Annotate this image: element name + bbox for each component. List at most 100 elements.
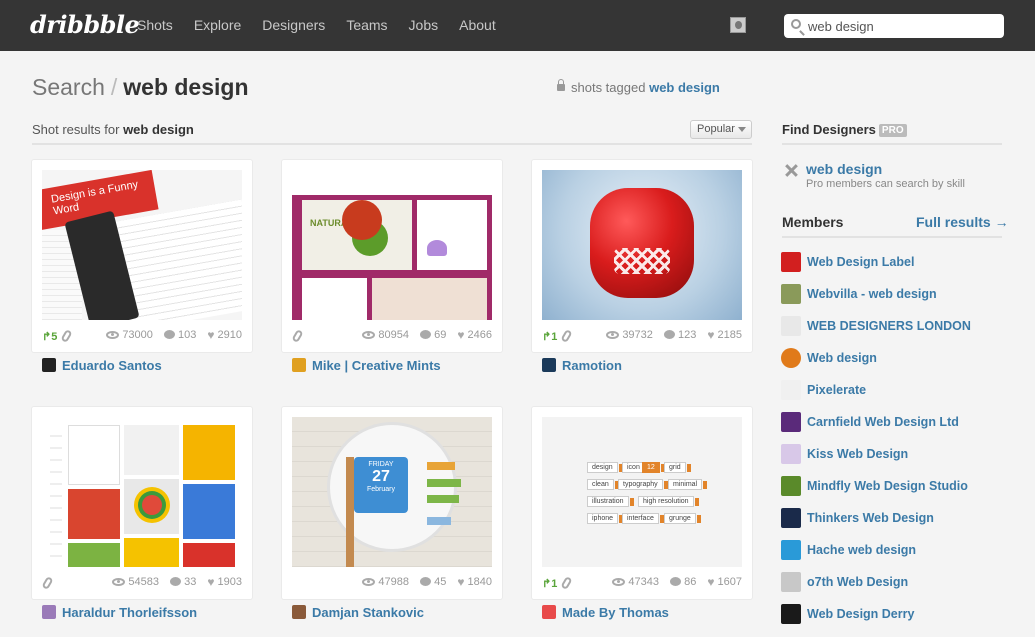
member-item[interactable]: Web Design Derry [781, 604, 1003, 636]
likes-icon[interactable]: ♥ [207, 328, 214, 342]
tile [124, 425, 179, 475]
member-avatar [781, 444, 801, 464]
member-item[interactable]: Web design [781, 348, 1003, 380]
likes-icon[interactable]: ♥ [207, 575, 214, 589]
comments-count[interactable]: 33 [184, 576, 196, 588]
member-item[interactable]: WEB DESIGNERS LONDON [781, 316, 1003, 348]
shot-author[interactable]: Haraldur Thorleifsson [42, 605, 197, 620]
shot-author[interactable]: Made By Thomas [542, 605, 669, 620]
tile [183, 484, 235, 539]
member-name[interactable]: WEB DESIGNERS LONDON [807, 319, 971, 333]
chrome-logo [142, 495, 162, 515]
comments-icon [420, 330, 432, 339]
member-avatar [781, 316, 801, 336]
tile [183, 543, 235, 567]
author-name[interactable]: Haraldur Thorleifsson [62, 605, 197, 620]
full-results-link[interactable]: Full results → [916, 214, 1009, 230]
sort-select[interactable]: Popular [690, 120, 752, 139]
author-name[interactable]: Damjan Stankovic [312, 605, 424, 620]
skill-search-link[interactable]: web design [806, 161, 882, 177]
shot-author[interactable]: Mike | Creative Mints [292, 358, 441, 373]
comments-count[interactable]: 69 [434, 329, 446, 341]
shot-author[interactable]: Eduardo Santos [42, 358, 162, 373]
likes-count[interactable]: 1840 [468, 576, 492, 588]
member-name[interactable]: Mindfly Web Design Studio [807, 479, 968, 493]
shot-author[interactable]: Damjan Stankovic [292, 605, 424, 620]
title-separator: / [110, 74, 118, 100]
tomato-image [342, 200, 382, 240]
comments-count[interactable]: 86 [684, 576, 696, 588]
comments-count[interactable]: 103 [178, 329, 196, 341]
member-name[interactable]: Pixelerate [807, 383, 866, 397]
member-item[interactable]: Web Design Label [781, 252, 1003, 284]
views-icon [612, 578, 626, 586]
likes-count[interactable]: 1607 [718, 576, 742, 588]
shot-thumbnail[interactable]: NATURAL FOOD [292, 170, 492, 320]
member-name[interactable]: Web design [807, 351, 877, 365]
rebound-count[interactable]: ↱1 [542, 331, 557, 343]
shot-card: design icon 12 grid clean typography min… [532, 407, 752, 620]
thumb-tag: design [587, 462, 623, 473]
comments-count[interactable]: 123 [678, 329, 696, 341]
member-name[interactable]: Kiss Web Design [807, 447, 908, 461]
shot-author[interactable]: Ramotion [542, 358, 622, 373]
nav-about[interactable]: About [459, 0, 496, 51]
member-item[interactable]: Hache web design [781, 540, 1003, 572]
shot-thumbnail[interactable]: Design is a Funny Word [42, 170, 242, 320]
author-name[interactable]: Ramotion [562, 358, 622, 373]
member-name[interactable]: Web Design Label [807, 255, 914, 269]
member-name[interactable]: Thinkers Web Design [807, 511, 934, 525]
comments-count[interactable]: 45 [434, 576, 446, 588]
likes-count[interactable]: 1903 [218, 576, 242, 588]
tile [183, 425, 235, 480]
member-name[interactable]: Hache web design [807, 543, 916, 557]
search-input[interactable] [808, 14, 998, 38]
likes-count[interactable]: 2466 [468, 329, 492, 341]
likes-icon[interactable]: ♥ [707, 328, 714, 342]
shot-card: Design is a Funny Word ↱5 73000 103 ♥ 291… [32, 160, 252, 373]
likes-icon[interactable]: ♥ [707, 575, 714, 589]
author-name[interactable]: Made By Thomas [562, 605, 669, 620]
nav-designers[interactable]: Designers [262, 0, 325, 51]
member-name[interactable]: o7th Web Design [807, 575, 908, 589]
rebound-count[interactable]: ↱1 [542, 578, 557, 590]
rebound-count[interactable]: ↱5 [42, 331, 57, 343]
nav-shots[interactable]: Shots [137, 0, 173, 51]
user-avatar[interactable] [730, 17, 746, 33]
member-name[interactable]: Webvilla - web design [807, 287, 937, 301]
nav-jobs[interactable]: Jobs [409, 0, 439, 51]
dribbble-logo[interactable]: dribbble [30, 10, 140, 39]
tile [68, 489, 120, 539]
glove-lace [614, 248, 670, 274]
title-prefix: Search [32, 74, 105, 100]
likes-icon[interactable]: ♥ [457, 575, 464, 589]
shot-thumbnail[interactable] [42, 417, 242, 567]
thumb-tag: grid [664, 462, 691, 473]
nav-teams[interactable]: Teams [346, 0, 387, 51]
member-name[interactable]: Web Design Derry [807, 607, 914, 621]
member-item[interactable]: Carnfield Web Design Ltd [781, 412, 1003, 444]
nav-explore[interactable]: Explore [194, 0, 241, 51]
author-name[interactable]: Eduardo Santos [62, 358, 162, 373]
tagged-term-link[interactable]: web design [649, 80, 720, 95]
thumb-tag: iphone [587, 513, 624, 524]
member-item[interactable]: Webvilla - web design [781, 284, 1003, 316]
page-title: Search / web design [32, 74, 249, 101]
members-list: Web Design Label Webvilla - web design W… [781, 252, 1003, 636]
member-item[interactable]: o7th Web Design [781, 572, 1003, 604]
thumb-tag: interface [622, 513, 664, 524]
likes-count[interactable]: 2185 [718, 329, 742, 341]
likes-icon[interactable]: ♥ [457, 328, 464, 342]
shot-thumbnail[interactable]: design icon 12 grid clean typography min… [542, 417, 742, 567]
shot-thumbnail[interactable] [542, 170, 742, 320]
thumb-tag: 12 [642, 462, 665, 473]
member-item[interactable]: Thinkers Web Design [781, 508, 1003, 540]
member-item[interactable]: Mindfly Web Design Studio [781, 476, 1003, 508]
member-name[interactable]: Carnfield Web Design Ltd [807, 415, 959, 429]
member-item[interactable]: Pixelerate [781, 380, 1003, 412]
member-item[interactable]: Kiss Web Design [781, 444, 1003, 476]
shot-thumbnail[interactable]: FRIDAY 27 February [292, 417, 492, 567]
label-chip [427, 495, 459, 503]
author-name[interactable]: Mike | Creative Mints [312, 358, 441, 373]
likes-count[interactable]: 2910 [218, 329, 242, 341]
